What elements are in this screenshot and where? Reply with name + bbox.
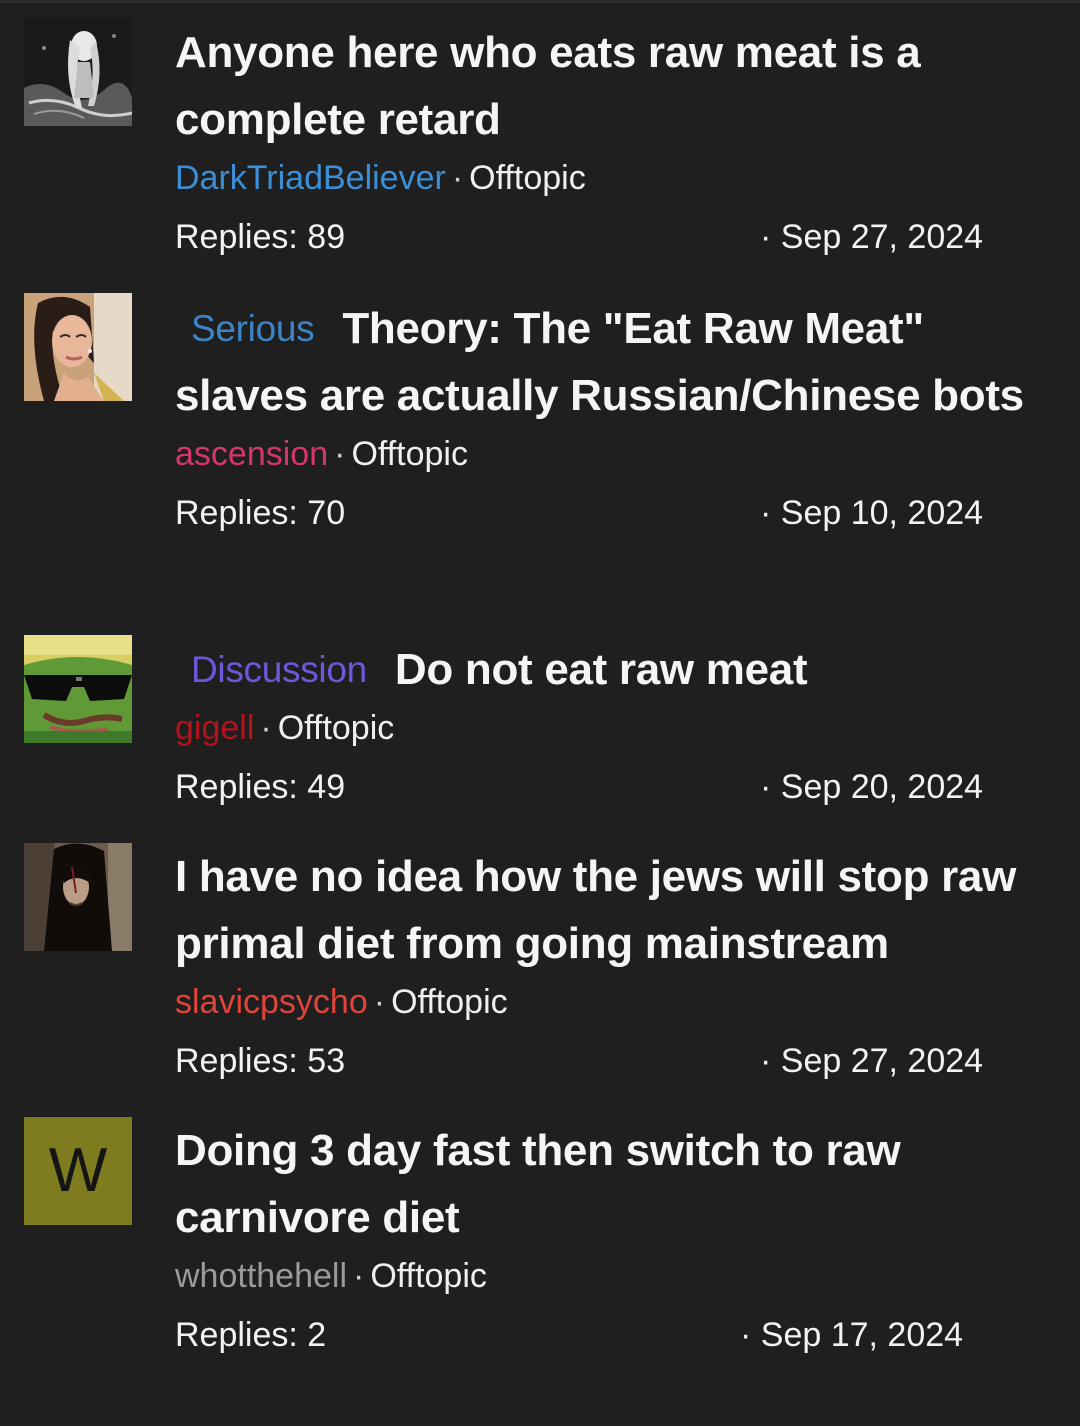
thread-title-link[interactable]: I have no idea how the jews will stop ra… [175, 843, 1055, 977]
author-link[interactable]: ascension [175, 435, 328, 473]
thread-stats: Replies: 2 · Sep 17, 2024 [175, 1310, 1055, 1360]
forum-link[interactable]: Offtopic [351, 435, 468, 473]
letter-w-avatar[interactable]: W [24, 1117, 132, 1225]
reply-count: Replies: 49 [175, 768, 346, 806]
separator-dot: · [353, 1257, 365, 1295]
thread-stats: Replies: 89 · Sep 27, 2024 [175, 212, 1055, 262]
thread-title-link[interactable]: Anyone here who eats raw meat is a compl… [175, 19, 1055, 153]
thread-prefix-label[interactable]: Discussion [191, 636, 367, 703]
reply-count: Replies: 70 [175, 494, 346, 532]
last-post-date[interactable]: · Sep 27, 2024 [760, 1036, 983, 1086]
separator-dot: · [373, 983, 386, 1021]
reply-count: Replies: 89 [175, 218, 346, 256]
pepe-sunglasses-avatar[interactable] [24, 635, 132, 743]
last-post-date[interactable]: · Sep 10, 2024 [760, 488, 983, 538]
separator-dot: · [260, 709, 272, 747]
thread-title-link[interactable]: Doing 3 day fast then switch to raw carn… [175, 1117, 1055, 1251]
dark-hair-person-avatar[interactable] [24, 843, 132, 951]
top-divider [0, 0, 1080, 3]
anime-girl-avatar[interactable] [24, 18, 132, 126]
thread-stats: Replies: 49 · Sep 20, 2024 [175, 762, 1055, 812]
forum-link[interactable]: Offtopic [370, 1257, 487, 1295]
forum-link[interactable]: Offtopic [391, 983, 508, 1021]
last-post-date[interactable]: · Sep 27, 2024 [760, 212, 983, 262]
forum-link[interactable]: Offtopic [278, 709, 395, 747]
thread-stats: Replies: 70 · Sep 10, 2024 [175, 488, 1055, 538]
author-link[interactable]: DarkTriadBeliever [175, 159, 446, 197]
last-post-date[interactable]: · Sep 20, 2024 [760, 762, 983, 812]
thread-meta: gigell · Offtopic [175, 703, 1055, 753]
thread-meta: whotthehell · Offtopic [175, 1251, 1055, 1301]
author-link[interactable]: gigell [175, 709, 254, 747]
last-post-date[interactable]: · Sep 17, 2024 [740, 1310, 963, 1360]
reply-count: Replies: 2 [175, 1316, 327, 1354]
author-link[interactable]: whotthehell [175, 1257, 347, 1295]
thread-title-link[interactable]: Serious Theory: The "Eat Raw Meat" slaves… [175, 295, 1055, 429]
separator-dot: · [334, 435, 346, 473]
thread-meta: DarkTriadBeliever · Offtopic [175, 153, 1055, 203]
avatar-letter: W [24, 1117, 132, 1225]
thread-prefix-label[interactable]: Serious [191, 295, 315, 362]
reply-count: Replies: 53 [175, 1042, 346, 1080]
thread-meta: ascension · Offtopic [175, 429, 1055, 479]
author-link[interactable]: slavicpsycho [175, 983, 368, 1021]
thread-meta: slavicpsycho · Offtopic [175, 977, 1055, 1027]
forum-link[interactable]: Offtopic [469, 159, 586, 197]
woman-portrait-avatar[interactable] [24, 293, 132, 401]
thread-title-link[interactable]: Discussion Do not eat raw meat [175, 636, 1055, 703]
thread-stats: Replies: 53 · Sep 27, 2024 [175, 1036, 1055, 1086]
separator-dot: · [451, 159, 464, 197]
